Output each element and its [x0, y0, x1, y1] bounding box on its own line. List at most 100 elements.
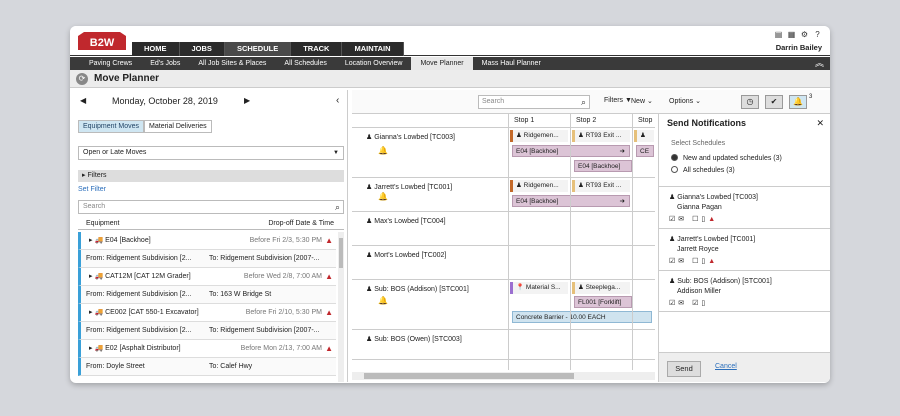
subnav-move-planner[interactable]: Move Planner: [411, 57, 473, 70]
radio-label: All schedules (3): [683, 167, 735, 174]
table-row[interactable]: ♟ Sub: BOS (Owen) [STC003]: [352, 330, 655, 360]
collapse-panel-icon[interactable]: ‹: [336, 95, 339, 106]
radio-all[interactable]: All schedules (3): [671, 166, 735, 174]
row-equipment: Mort's Lowbed [TC002]: [374, 252, 447, 259]
move-bar[interactable]: E04 [Backhoe] ➜: [512, 145, 630, 157]
warning-icon: ▲: [325, 236, 333, 245]
move-bar[interactable]: CE: [636, 145, 654, 157]
subnav-eds-jobs[interactable]: Ed's Jobs: [141, 57, 189, 70]
nav-schedule[interactable]: SCHEDULE: [224, 42, 292, 56]
grid-filters-button[interactable]: Filters ▼: [604, 97, 632, 104]
check-icon[interactable]: ✔: [765, 95, 783, 109]
top-bar: B2W HOME JOBS SCHEDULE TRACK MAINTAIN ▤ …: [70, 26, 830, 56]
gear-icon[interactable]: ⚙: [800, 30, 809, 39]
subnav-paving-crews[interactable]: Paving Crews: [80, 57, 141, 70]
subnav-mass-haul[interactable]: Mass Haul Planner: [473, 57, 550, 70]
radio-new-updated[interactable]: New and updated schedules (3): [671, 154, 782, 162]
move-bar-label: E04 [Backhoe]: [516, 148, 559, 155]
filters-label: Filters: [87, 172, 107, 179]
list-item[interactable]: ▸ 🚚 CE002 [CAT 550-1 Excavator] Before Fr…: [78, 304, 336, 322]
table-row[interactable]: ♟ Mort's Lowbed [TC002]: [352, 246, 655, 280]
stop-chip[interactable]: ♟: [634, 130, 654, 142]
table-row[interactable]: ♟ Sub: BOS (Addison) [STC001] 🔔 📍 Materi…: [352, 280, 655, 330]
grid-scrollbar[interactable]: [352, 372, 655, 380]
subnav-all-schedules[interactable]: All Schedules: [275, 57, 335, 70]
search-placeholder: Search: [83, 203, 106, 210]
list-scrollbar[interactable]: [338, 232, 344, 382]
subnav-location-overview[interactable]: Location Overview: [336, 57, 412, 70]
col-equipment[interactable]: Equipment: [86, 218, 119, 230]
nav-home[interactable]: HOME: [132, 42, 180, 56]
list-item[interactable]: ▸ 🚚 E02 [Asphalt Distributor] Before Mon …: [78, 340, 336, 358]
bell-icon[interactable]: 🔔: [378, 296, 388, 305]
material-bar[interactable]: Concrete Barrier - 10.00 EACH: [512, 311, 652, 323]
bell-button[interactable]: 🔔: [789, 95, 807, 109]
move-bar[interactable]: E04 [Backhoe]: [574, 160, 632, 172]
table-row[interactable]: ♟ Jarrett's Lowbed [TC001] 🔔 ♟ Ridgemen.…: [352, 178, 655, 212]
stop-chip[interactable]: ♟ Ridgemen...: [510, 180, 568, 192]
move-planner-icon: ⟳: [76, 73, 88, 85]
bell-icon[interactable]: 🔔: [378, 146, 388, 155]
options-button[interactable]: Options ⌄: [669, 97, 701, 105]
set-filter-link[interactable]: Set Filter: [78, 186, 106, 193]
tab-material-deliveries[interactable]: Material Deliveries: [144, 120, 212, 133]
subnav-all-job-sites[interactable]: All Job Sites & Places: [189, 57, 275, 70]
tab-equipment-moves[interactable]: Equipment Moves: [78, 120, 145, 133]
prev-date-icon[interactable]: ◀: [80, 96, 86, 105]
move-bar[interactable]: E04 [Backhoe] ➜: [512, 195, 630, 207]
warning-icon: ▲: [325, 344, 333, 353]
svg-text:B2W: B2W: [90, 37, 115, 49]
stop-chip[interactable]: ♟ RT93 Exit ...: [572, 130, 630, 142]
section-person: Addison Miller: [677, 288, 721, 295]
title-bar: ⟳ Move Planner: [70, 70, 830, 88]
stop-chip[interactable]: ♟ Ridgemen...: [510, 130, 568, 142]
new-button[interactable]: New ⌄: [631, 97, 653, 105]
cancel-link[interactable]: Cancel: [715, 363, 737, 370]
search-input[interactable]: Search ⌕: [78, 200, 344, 214]
bell-icon[interactable]: 🔔: [378, 192, 388, 201]
stop-chip[interactable]: ♟ RT93 Exit ...: [572, 180, 630, 192]
table-row[interactable]: ♟ Max's Lowbed [TC004]: [352, 212, 655, 246]
section-person: Gianna Pagan: [677, 204, 722, 211]
filters-header[interactable]: ▸ Filters: [78, 170, 344, 182]
send-bar: Send Cancel: [659, 352, 830, 382]
item-date: Before Wed 2/8, 7:00 AM: [243, 273, 322, 280]
help-icon[interactable]: ?: [813, 30, 822, 39]
contact-options[interactable]: ☑✉ ☐▯▲: [669, 215, 718, 223]
moves-filter-select[interactable]: Open or Late Moves ▼: [78, 146, 344, 160]
stop-chip[interactable]: 📍 Material S...: [510, 282, 568, 294]
move-bar[interactable]: FL001 [Forklift]: [574, 296, 632, 308]
grid-search-input[interactable]: Search ⌕: [478, 95, 590, 109]
user-name[interactable]: Darrin Bailey: [776, 43, 822, 52]
left-panel: ◀ Monday, October 28, 2019 ▶ ‹ Equipment…: [76, 90, 348, 382]
reports-icon[interactable]: ▤: [774, 30, 783, 39]
close-icon[interactable]: ✕: [816, 118, 824, 129]
notif-section: ♟ Sub: BOS (Addison) [STC001] Addison Mi…: [659, 270, 830, 312]
nav-jobs[interactable]: JOBS: [179, 42, 225, 56]
grid-divider: [508, 114, 509, 370]
section-person: Jarrett Royce: [677, 246, 719, 253]
section-label: Jarrett's Lowbed [TC001]: [677, 236, 756, 243]
nav-maintain[interactable]: MAINTAIN: [342, 42, 404, 56]
clock-icon[interactable]: ◷: [741, 95, 759, 109]
schedule-grid-panel: Search ⌕ Filters ▼ Stop 1 Stop 2 Stop ♟ …: [352, 90, 655, 382]
chart-icon[interactable]: ▦: [787, 30, 796, 39]
next-date-icon[interactable]: ▶: [244, 96, 250, 105]
search-icon[interactable]: ⌕: [581, 96, 586, 108]
item-name: E04 [Backhoe]: [105, 237, 151, 244]
search-icon[interactable]: ⌕: [335, 201, 340, 213]
chevron-down-icon: ▼: [333, 150, 339, 156]
contact-options[interactable]: ☑✉ ☑▯: [669, 299, 708, 307]
collapse-icon[interactable]: ︽: [815, 57, 824, 70]
arrow-right-icon: ➜: [619, 148, 625, 155]
stop-chip[interactable]: ♟ Steeplega...: [572, 282, 630, 294]
send-button[interactable]: Send: [667, 361, 701, 377]
list-item[interactable]: ▸ 🚚 CAT12M [CAT 12M Grader] Before Wed 2/…: [78, 268, 336, 286]
col-dropoff[interactable]: Drop-off Date & Time: [268, 218, 334, 230]
contact-options[interactable]: ☑✉ ☐▯▲: [669, 257, 718, 265]
stop-header: Stop 1: [514, 117, 535, 124]
table-row[interactable]: ♟ Gianna's Lowbed [TC003] 🔔 ♟ Ridgemen..…: [352, 128, 655, 178]
list-item[interactable]: ▸ 🚚 E04 [Backhoe] Before Fri 2/3, 5:30 PM…: [78, 232, 336, 250]
nav-track[interactable]: TRACK: [291, 42, 343, 56]
notif-section: ♟ Jarrett's Lowbed [TC001] Jarrett Royce…: [659, 228, 830, 270]
